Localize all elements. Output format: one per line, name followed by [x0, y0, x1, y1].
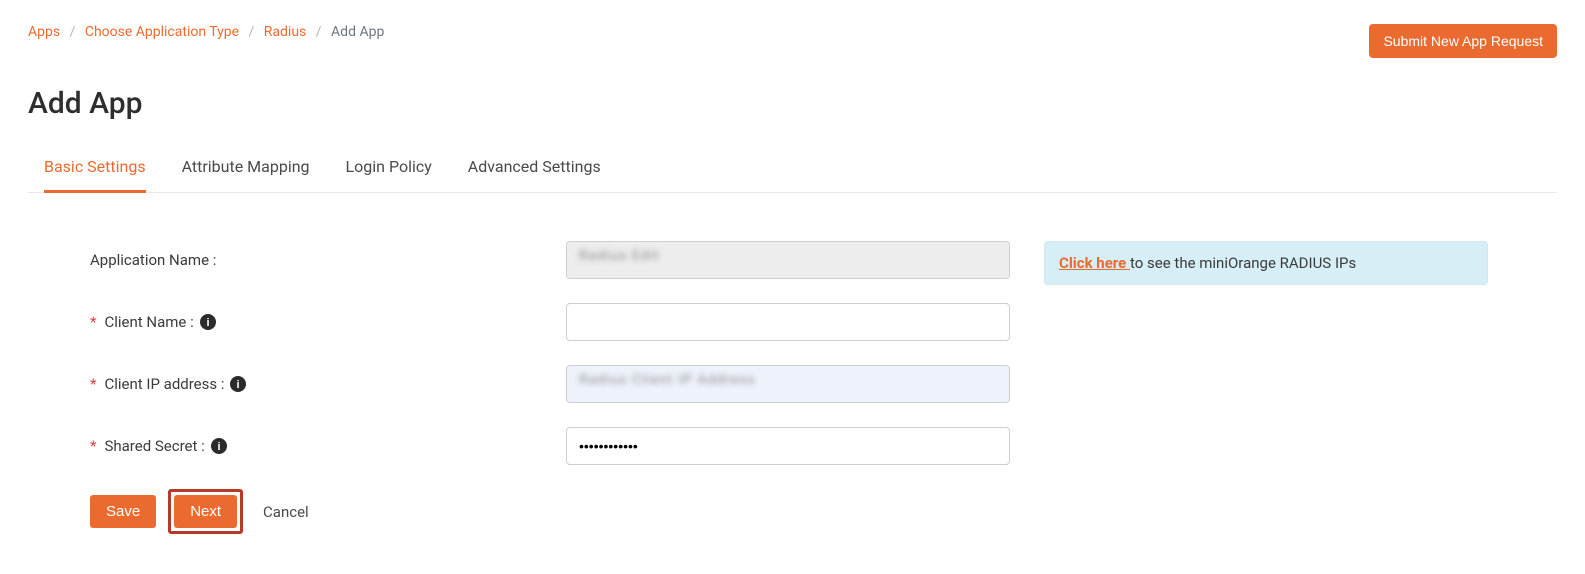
- next-button[interactable]: Next: [174, 495, 237, 528]
- svg-text:i: i: [237, 379, 240, 391]
- breadcrumb: Apps / Choose Application Type / Radius …: [28, 24, 384, 40]
- breadcrumb-sep: /: [64, 24, 82, 40]
- client-name-label: *Client Name : i: [90, 313, 566, 331]
- client-ip-label: *Client IP address : i: [90, 375, 566, 393]
- info-icon[interactable]: i: [200, 314, 216, 330]
- shared-secret-input[interactable]: [566, 427, 1010, 465]
- next-button-highlight: Next: [168, 489, 243, 534]
- application-name-label: Application Name :: [90, 251, 566, 269]
- cancel-link[interactable]: Cancel: [263, 503, 309, 521]
- tab-advanced-settings[interactable]: Advanced Settings: [468, 145, 601, 193]
- breadcrumb-current: Add App: [331, 24, 384, 40]
- tabs: Basic Settings Attribute Mapping Login P…: [28, 145, 1557, 192]
- breadcrumb-radius[interactable]: Radius: [264, 24, 307, 40]
- radius-ips-text: to see the miniOrange RADIUS IPs: [1130, 254, 1356, 272]
- save-button[interactable]: Save: [90, 495, 156, 528]
- breadcrumb-sep: /: [243, 24, 261, 40]
- tab-attribute-mapping[interactable]: Attribute Mapping: [182, 145, 310, 193]
- breadcrumb-choose-type[interactable]: Choose Application Type: [85, 24, 239, 40]
- client-ip-input[interactable]: Radius Client IP Address: [566, 365, 1010, 403]
- tab-login-policy[interactable]: Login Policy: [346, 145, 432, 193]
- svg-text:i: i: [217, 441, 220, 453]
- breadcrumb-sep: /: [310, 24, 328, 40]
- info-icon[interactable]: i: [211, 438, 227, 454]
- client-name-input[interactable]: [566, 303, 1010, 341]
- click-here-link[interactable]: Click here: [1059, 254, 1130, 272]
- tab-basic-settings[interactable]: Basic Settings: [44, 145, 146, 193]
- breadcrumb-apps[interactable]: Apps: [28, 24, 60, 40]
- radius-ips-info: Click here to see the miniOrange RADIUS …: [1044, 241, 1488, 285]
- submit-new-app-request-button[interactable]: Submit New App Request: [1369, 24, 1557, 58]
- info-icon[interactable]: i: [230, 376, 246, 392]
- shared-secret-label: *Shared Secret : i: [90, 437, 566, 455]
- application-name-field: Radius Edit: [566, 241, 1010, 279]
- page-title: Add App: [28, 86, 1557, 121]
- svg-text:i: i: [206, 317, 209, 329]
